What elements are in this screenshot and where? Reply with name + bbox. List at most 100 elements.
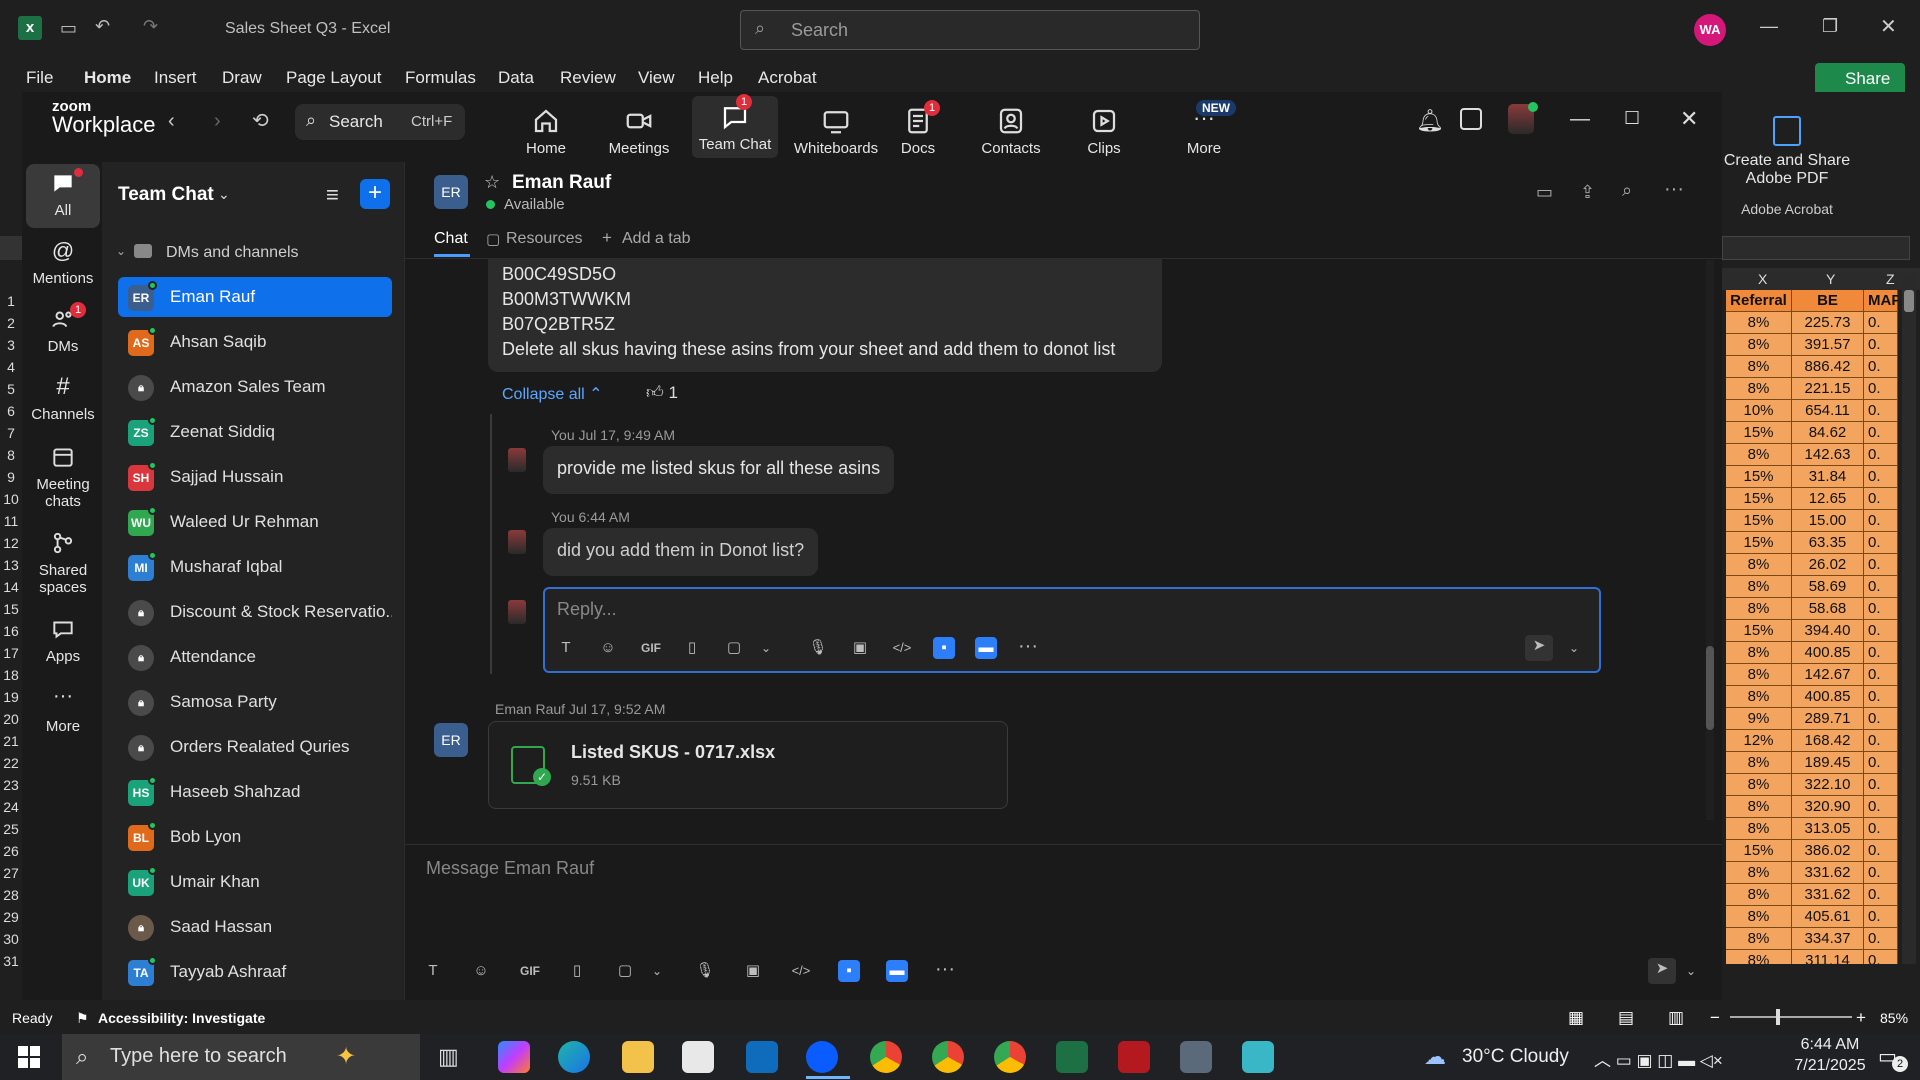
- rail-channels[interactable]: # Channels: [26, 374, 100, 424]
- sheet-cell[interactable]: 31.84: [1792, 466, 1864, 488]
- tab-file[interactable]: File: [26, 68, 53, 88]
- file-attachment-card[interactable]: ✓ Listed SKUS - 0717.xlsx 9.51 KB: [488, 721, 1008, 809]
- chrome-icon-1[interactable]: [870, 1041, 902, 1073]
- user-avatar[interactable]: WA: [1694, 14, 1726, 46]
- row-number[interactable]: 25: [0, 818, 22, 840]
- column-y[interactable]: Y: [1826, 271, 1835, 287]
- reply-input[interactable]: Reply...: [557, 599, 617, 620]
- sheet-cell[interactable]: 8%: [1726, 884, 1792, 906]
- sheet-cell[interactable]: 0.: [1864, 840, 1898, 862]
- sheet-cell[interactable]: 0.: [1864, 664, 1898, 686]
- sheet-cell[interactable]: 189.45: [1792, 752, 1864, 774]
- nav-docs[interactable]: Docs 1: [878, 100, 958, 157]
- close-icon[interactable]: ✕: [1680, 106, 1698, 132]
- column-z[interactable]: Z: [1886, 271, 1895, 287]
- sheet-cell[interactable]: 0.: [1864, 686, 1898, 708]
- video-message-icon[interactable]: ▣: [849, 637, 871, 659]
- row-number[interactable]: 27: [0, 862, 22, 884]
- row-number[interactable]: 11: [0, 510, 22, 532]
- chevron-down-icon[interactable]: ⌄: [218, 186, 230, 203]
- rail-shared-spaces[interactable]: Shared spaces: [26, 530, 100, 596]
- sheet-cell[interactable]: 0.: [1864, 444, 1898, 466]
- screenshot-icon[interactable]: ▢: [723, 637, 745, 659]
- chat-scrollbar[interactable]: [1706, 260, 1714, 820]
- sheet-cell[interactable]: 0.: [1864, 642, 1898, 664]
- sheet-row[interactable]: 8% 58.69 0.: [1726, 576, 1898, 598]
- sender-avatar[interactable]: ER: [434, 723, 468, 757]
- video-call-icon[interactable]: ▭: [1536, 182, 1553, 203]
- sheet-cell[interactable]: 8%: [1726, 818, 1792, 840]
- sheet-cell[interactable]: 142.67: [1792, 664, 1864, 686]
- gif-button[interactable]: GIF: [516, 960, 544, 982]
- rail-dms[interactable]: DMs 1: [26, 302, 100, 355]
- sheet-cell[interactable]: 8%: [1726, 444, 1792, 466]
- format-text-icon[interactable]: T: [422, 960, 444, 982]
- sheet-cell[interactable]: 8%: [1726, 642, 1792, 664]
- screenshot-icon[interactable]: ▢: [614, 960, 636, 982]
- contact-item[interactable]: ZS Zeenat Siddiq: [118, 412, 392, 452]
- status-accessibility[interactable]: Accessibility: Investigate: [98, 1010, 265, 1026]
- contact-item[interactable]: TA Tayyab Ashraaf: [118, 952, 392, 992]
- sheet-row[interactable]: 8% 400.85 0.: [1726, 686, 1898, 708]
- emoji-icon[interactable]: ☺: [470, 960, 492, 982]
- sheet-cell[interactable]: 15%: [1726, 840, 1792, 862]
- sheet-cell[interactable]: 311.14: [1792, 950, 1864, 964]
- bell-icon[interactable]: 🔔︎: [1416, 108, 1444, 134]
- sheet-cell[interactable]: 400.85: [1792, 686, 1864, 708]
- chrome-icon-2[interactable]: [932, 1041, 964, 1073]
- sheet-cell[interactable]: 8%: [1726, 312, 1792, 334]
- sheet-cell[interactable]: 12.65: [1792, 488, 1864, 510]
- code-icon[interactable]: </>: [790, 960, 812, 982]
- nav-more[interactable]: ··· More NEW: [1164, 100, 1244, 157]
- section-chevron-icon[interactable]: ⌄: [116, 244, 126, 258]
- sheet-row[interactable]: 8% 331.62 0.: [1726, 862, 1898, 884]
- sheet-cell[interactable]: 0.: [1864, 510, 1898, 532]
- star-icon[interactable]: ☆: [484, 172, 500, 193]
- contact-item[interactable]: SH Sajjad Hussain: [118, 457, 392, 497]
- redo-icon[interactable]: ↷: [143, 16, 158, 37]
- calculator-icon[interactable]: [1180, 1041, 1212, 1073]
- app-icon-2[interactable]: ▬: [886, 960, 908, 982]
- sheet-cell[interactable]: 15%: [1726, 620, 1792, 642]
- sheet-row[interactable]: 8% 331.62 0.: [1726, 884, 1898, 906]
- tab-data[interactable]: Data: [498, 68, 534, 88]
- sheet-cell[interactable]: 0.: [1864, 774, 1898, 796]
- sheet-cell[interactable]: 8%: [1726, 686, 1792, 708]
- row-number[interactable]: 24: [0, 796, 22, 818]
- tab-help[interactable]: Help: [698, 68, 733, 88]
- format-text-icon[interactable]: T: [555, 637, 577, 659]
- tab-add[interactable]: Add a tab: [622, 230, 691, 248]
- zoom-taskbar-icon[interactable]: [806, 1041, 838, 1073]
- sheet-cell[interactable]: 0.: [1864, 312, 1898, 334]
- row-number[interactable]: 15: [0, 598, 22, 620]
- sheet-row[interactable]: 8% 142.63 0.: [1726, 444, 1898, 466]
- sheet-cell[interactable]: 331.62: [1792, 884, 1864, 906]
- sheet-cell[interactable]: 0.: [1864, 334, 1898, 356]
- sheet-cell[interactable]: 405.61: [1792, 906, 1864, 928]
- windows-start-icon[interactable]: [18, 1046, 40, 1068]
- row-number[interactable]: 21: [0, 730, 22, 752]
- more-icon[interactable]: ···: [934, 958, 956, 980]
- sheet-cell[interactable]: 142.63: [1792, 444, 1864, 466]
- zoom-level[interactable]: 85%: [1880, 1010, 1908, 1026]
- page-layout-view-icon[interactable]: ▤: [1618, 1008, 1634, 1028]
- file-name[interactable]: Listed SKUS - 0717.xlsx: [571, 742, 775, 763]
- contact-item[interactable]: AS Ahsan Saqib: [118, 322, 392, 362]
- row-number[interactable]: 9: [0, 466, 22, 488]
- rail-mentions[interactable]: @ Mentions: [26, 238, 100, 287]
- more-icon[interactable]: ···: [1017, 635, 1039, 657]
- search-icon[interactable]: ⌕: [1622, 180, 1632, 201]
- msg1-bubble[interactable]: provide me listed skus for all these asi…: [543, 446, 895, 494]
- chevron-down-icon[interactable]: ⌄: [646, 960, 668, 982]
- microphone-icon[interactable]: 🎙︎: [694, 960, 716, 982]
- msg2-bubble[interactable]: did you add them in Donot list?: [543, 528, 819, 576]
- sheet-cell[interactable]: 15%: [1726, 466, 1792, 488]
- row-number[interactable]: 29: [0, 906, 22, 928]
- sheet-row[interactable]: 8% 311.14 0.: [1726, 950, 1898, 964]
- tab-resources[interactable]: Resources: [506, 230, 582, 248]
- sheet-cell[interactable]: 8%: [1726, 554, 1792, 576]
- sheet-cell[interactable]: 0.: [1864, 928, 1898, 950]
- file-icon[interactable]: ▯: [566, 960, 588, 982]
- message-input[interactable]: Message Eman Rauf: [426, 858, 594, 879]
- sheet-row[interactable]: 12% 168.42 0.: [1726, 730, 1898, 752]
